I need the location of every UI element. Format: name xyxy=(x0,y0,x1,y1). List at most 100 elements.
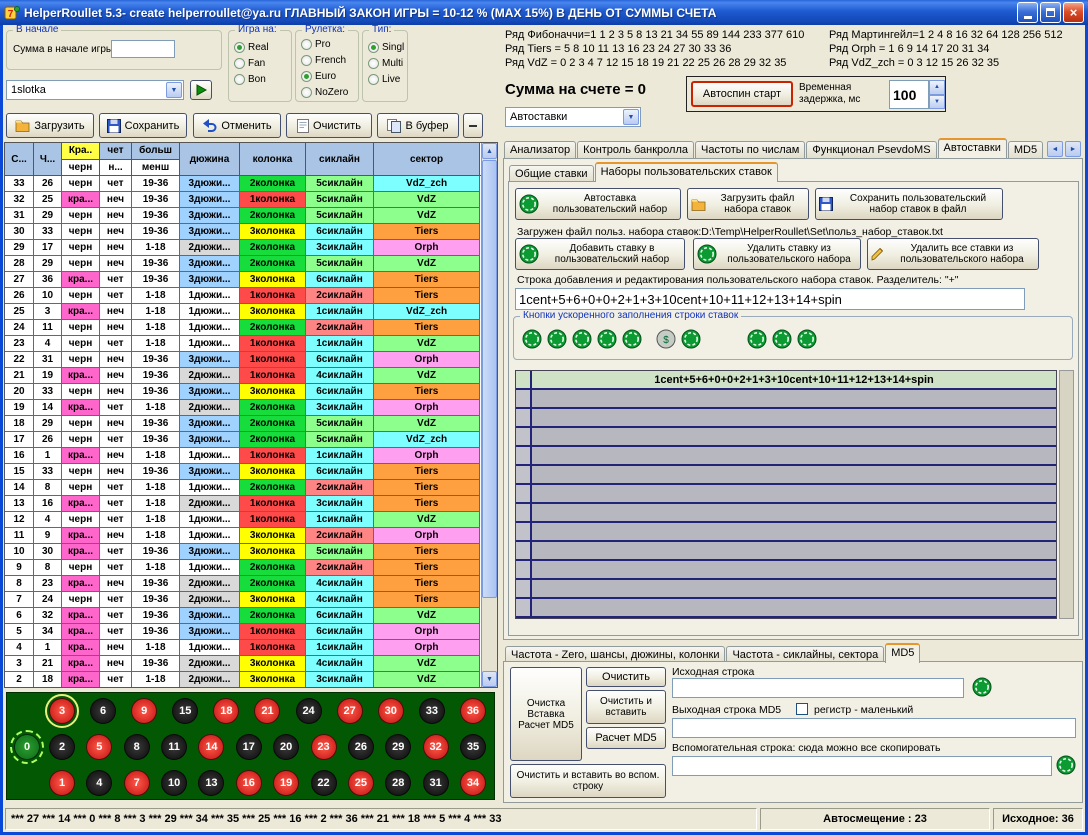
lowercase-checkbox[interactable] xyxy=(796,703,808,715)
board-number-7[interactable]: 7 xyxy=(124,770,150,796)
tabs-scroll-right-button[interactable]: ► xyxy=(1065,141,1081,157)
board-number-16[interactable]: 16 xyxy=(236,770,262,796)
board-number-18[interactable]: 18 xyxy=(213,698,239,724)
remove-all-bets-button[interactable]: Удалить все ставки из пользовательского … xyxy=(867,238,1039,270)
bet-set-list[interactable]: 1cent+5+6+0+0+2+1+3+10cent+10+11+12+13+1… xyxy=(515,370,1057,619)
board-number-5[interactable]: 5 xyxy=(86,734,112,760)
board-number-20[interactable]: 20 xyxy=(273,734,299,760)
start-sum-input[interactable] xyxy=(111,40,175,58)
close-button[interactable]: × xyxy=(1063,2,1084,23)
radio-real[interactable]: Real xyxy=(229,39,291,55)
board-number-21[interactable]: 21 xyxy=(254,698,280,724)
tab-number-frequencies[interactable]: Частоты по числам xyxy=(695,141,805,158)
autobet-user-set-button[interactable]: Автоставка пользовательский набор xyxy=(515,188,681,220)
tab-analyzer[interactable]: Анализатор xyxy=(504,141,576,158)
remove-bet-button[interactable]: Удалить ставку из пользовательского набо… xyxy=(693,238,861,270)
radio-live[interactable]: Live xyxy=(363,71,407,87)
tab-psevdoms[interactable]: Функционал PsevdoMS xyxy=(806,141,936,158)
quick-chip-button-4[interactable] xyxy=(597,329,617,349)
md5-clear-paste-button[interactable]: Очистить и вставить xyxy=(586,690,666,724)
board-number-32[interactable]: 32 xyxy=(423,734,449,760)
quick-chip-button-8[interactable] xyxy=(747,329,767,349)
board-number-26[interactable]: 26 xyxy=(348,734,374,760)
add-bet-button[interactable]: Добавить ставку в пользовательский набор xyxy=(515,238,685,270)
radio-pro[interactable]: Pro xyxy=(296,36,358,52)
board-number-10[interactable]: 10 xyxy=(161,770,187,796)
load-button[interactable]: Загрузить xyxy=(6,113,94,138)
board-number-8[interactable]: 8 xyxy=(124,734,150,760)
board-number-3[interactable]: 3 xyxy=(49,698,75,724)
radio-euro[interactable]: Euro xyxy=(296,68,358,84)
delay-input[interactable] xyxy=(889,80,929,109)
radio-fan[interactable]: Fan xyxy=(229,55,291,71)
md5-calc-button[interactable]: Расчет MD5 xyxy=(586,727,666,749)
tab-md5[interactable]: MD5 xyxy=(1008,141,1043,158)
tab-autobets[interactable]: Автоставки xyxy=(938,138,1007,158)
load-bet-set-file-button[interactable]: Загрузить файл набора ставок xyxy=(687,188,809,220)
md5-clear-paste-aux-button[interactable]: Очистить и вставить во вспом. строку xyxy=(510,764,666,798)
scrollbar-thumb[interactable] xyxy=(482,160,497,598)
radio-french[interactable]: French xyxy=(296,52,358,68)
table-scrollbar[interactable]: ▲ ▼ xyxy=(481,143,497,687)
radio-multi[interactable]: Multi xyxy=(363,55,407,71)
tab-md5-panel[interactable]: MD5 xyxy=(885,643,920,663)
tab-bankroll-control[interactable]: Контроль банкролла xyxy=(577,141,694,158)
board-number-36[interactable]: 36 xyxy=(460,698,486,724)
board-number-9[interactable]: 9 xyxy=(131,698,157,724)
board-number-15[interactable]: 15 xyxy=(172,698,198,724)
maximize-button[interactable] xyxy=(1040,2,1061,23)
source-string-input[interactable] xyxy=(672,678,964,698)
bet-string-input[interactable] xyxy=(515,288,1025,310)
collapse-button[interactable] xyxy=(463,113,483,138)
bet-list-scrollbar[interactable] xyxy=(1059,370,1074,619)
quick-chip-button-7[interactable] xyxy=(681,329,701,349)
source-chip-button[interactable] xyxy=(972,677,992,697)
board-number-28[interactable]: 28 xyxy=(385,770,411,796)
autobets-combobox[interactable]: Автоставки ▼ xyxy=(505,107,641,127)
board-number-34[interactable]: 34 xyxy=(460,770,486,796)
md5-clear-button[interactable]: Очистить xyxy=(586,667,666,687)
quick-chip-button-6[interactable]: $ xyxy=(656,329,676,349)
board-number-19[interactable]: 19 xyxy=(273,770,299,796)
board-number-4[interactable]: 4 xyxy=(86,770,112,796)
board-number-27[interactable]: 27 xyxy=(337,698,363,724)
board-number-0[interactable]: 0 xyxy=(14,734,40,760)
aux-chip-button[interactable] xyxy=(1056,755,1076,775)
quick-chip-button-9[interactable] xyxy=(772,329,792,349)
board-number-1[interactable]: 1 xyxy=(49,770,75,796)
board-number-29[interactable]: 29 xyxy=(385,734,411,760)
md5-output-input[interactable] xyxy=(672,718,1076,738)
to-clipboard-button[interactable]: В буфер xyxy=(377,113,459,138)
tabs-scroll-left-button[interactable]: ◄ xyxy=(1047,141,1063,157)
board-number-6[interactable]: 6 xyxy=(90,698,116,724)
aux-string-input[interactable] xyxy=(672,756,1052,776)
spin-down-icon[interactable]: ▼ xyxy=(929,95,945,110)
save-bet-set-file-button[interactable]: Сохранить пользовательский набор ставок … xyxy=(815,188,1003,220)
radio-nozero[interactable]: NoZero xyxy=(296,84,358,100)
quick-chip-button-5[interactable] xyxy=(622,329,642,349)
autospin-start-button[interactable]: Автоспин старт xyxy=(691,81,793,107)
board-number-23[interactable]: 23 xyxy=(311,734,337,760)
quick-chip-button-2[interactable] xyxy=(547,329,567,349)
minimize-button[interactable] xyxy=(1017,2,1038,23)
spin-up-icon[interactable]: ▲ xyxy=(929,80,945,95)
board-number-35[interactable]: 35 xyxy=(460,734,486,760)
board-number-31[interactable]: 31 xyxy=(423,770,449,796)
clear-paste-calc-md5-button[interactable]: Очистка Вставка Расчет MD5 xyxy=(510,667,582,761)
quick-chip-button-3[interactable] xyxy=(572,329,592,349)
scroll-up-icon[interactable]: ▲ xyxy=(482,143,497,159)
board-number-13[interactable]: 13 xyxy=(198,770,224,796)
board-number-25[interactable]: 25 xyxy=(348,770,374,796)
play-button[interactable] xyxy=(190,80,212,100)
chevron-down-icon[interactable]: ▼ xyxy=(166,82,182,98)
radio-bon[interactable]: Bon xyxy=(229,71,291,87)
subtab-user-bet-sets[interactable]: Наборы пользовательских ставок xyxy=(595,162,778,182)
board-number-24[interactable]: 24 xyxy=(296,698,322,724)
save-button[interactable]: Сохранить xyxy=(99,113,187,138)
chevron-down-icon[interactable]: ▼ xyxy=(623,109,639,125)
board-number-22[interactable]: 22 xyxy=(311,770,337,796)
radio-singl[interactable]: Singl xyxy=(363,39,407,55)
board-number-11[interactable]: 11 xyxy=(161,734,187,760)
scroll-down-icon[interactable]: ▼ xyxy=(482,671,497,687)
quick-chip-button-1[interactable] xyxy=(522,329,542,349)
